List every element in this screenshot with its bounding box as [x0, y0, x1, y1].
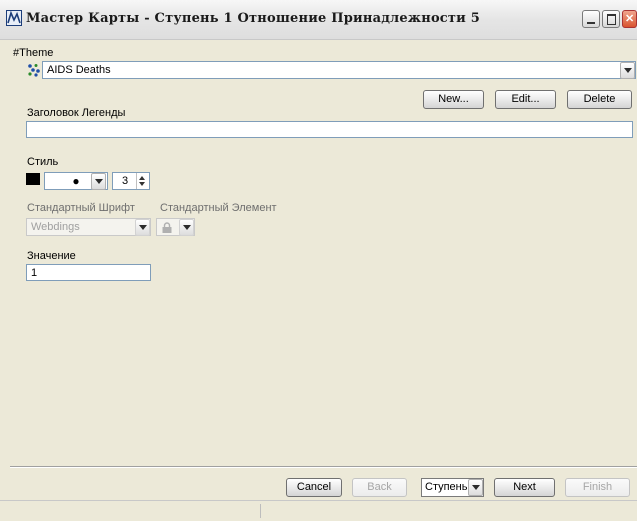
finish-button[interactable]: Finish [565, 478, 630, 497]
standard-element-dropdown-arrow-icon[interactable] [179, 219, 194, 236]
legend-title-input[interactable] [26, 121, 633, 138]
title-bar: Мастер Карты - Ступень 1 Отношение Прина… [0, 0, 637, 40]
style-label: Стиль [27, 156, 59, 168]
theme-dropdown-arrow-icon[interactable] [620, 62, 635, 79]
standard-font-dropdown-arrow-icon[interactable] [135, 219, 150, 236]
map-wizard-window: Мастер Карты - Ступень 1 Отношение Прина… [0, 0, 637, 521]
step-dropdown-arrow-icon[interactable] [468, 479, 483, 496]
size-spin-arrows-icon[interactable] [136, 173, 149, 189]
style-color-swatch[interactable] [26, 173, 40, 185]
new-theme-button[interactable]: New... [423, 90, 484, 109]
back-button[interactable]: Back [352, 478, 407, 497]
status-bar [0, 500, 637, 521]
lock-glyph-icon [162, 222, 172, 233]
window-title: Мастер Карты - Ступень 1 Отношение Прина… [26, 11, 480, 26]
standard-font-select[interactable]: Webdings [26, 218, 151, 236]
style-symbol-dropdown-arrow-icon[interactable] [91, 173, 106, 190]
close-button[interactable] [622, 10, 637, 28]
delete-theme-button[interactable]: Delete [567, 90, 632, 109]
theme-label: #Theme [13, 47, 54, 59]
theme-select[interactable]: AIDS Deaths [42, 61, 636, 79]
cancel-button[interactable]: Cancel [286, 478, 342, 497]
maximize-button[interactable] [602, 10, 620, 28]
status-pane [2, 504, 261, 518]
standard-element-label: Стандартный Элемент [160, 202, 277, 214]
next-button[interactable]: Next [494, 478, 555, 497]
legend-title-label: Заголовок Легенды [27, 107, 126, 119]
standard-font-label: Стандартный Шрифт [27, 202, 135, 214]
value-label: Значение [27, 250, 76, 262]
dots-theme-icon [28, 64, 40, 77]
footer-separator [10, 466, 637, 468]
map-app-icon [6, 10, 22, 26]
edit-theme-button[interactable]: Edit... [495, 90, 556, 109]
value-input[interactable]: 1 [26, 264, 151, 281]
minimize-button[interactable] [582, 10, 600, 28]
